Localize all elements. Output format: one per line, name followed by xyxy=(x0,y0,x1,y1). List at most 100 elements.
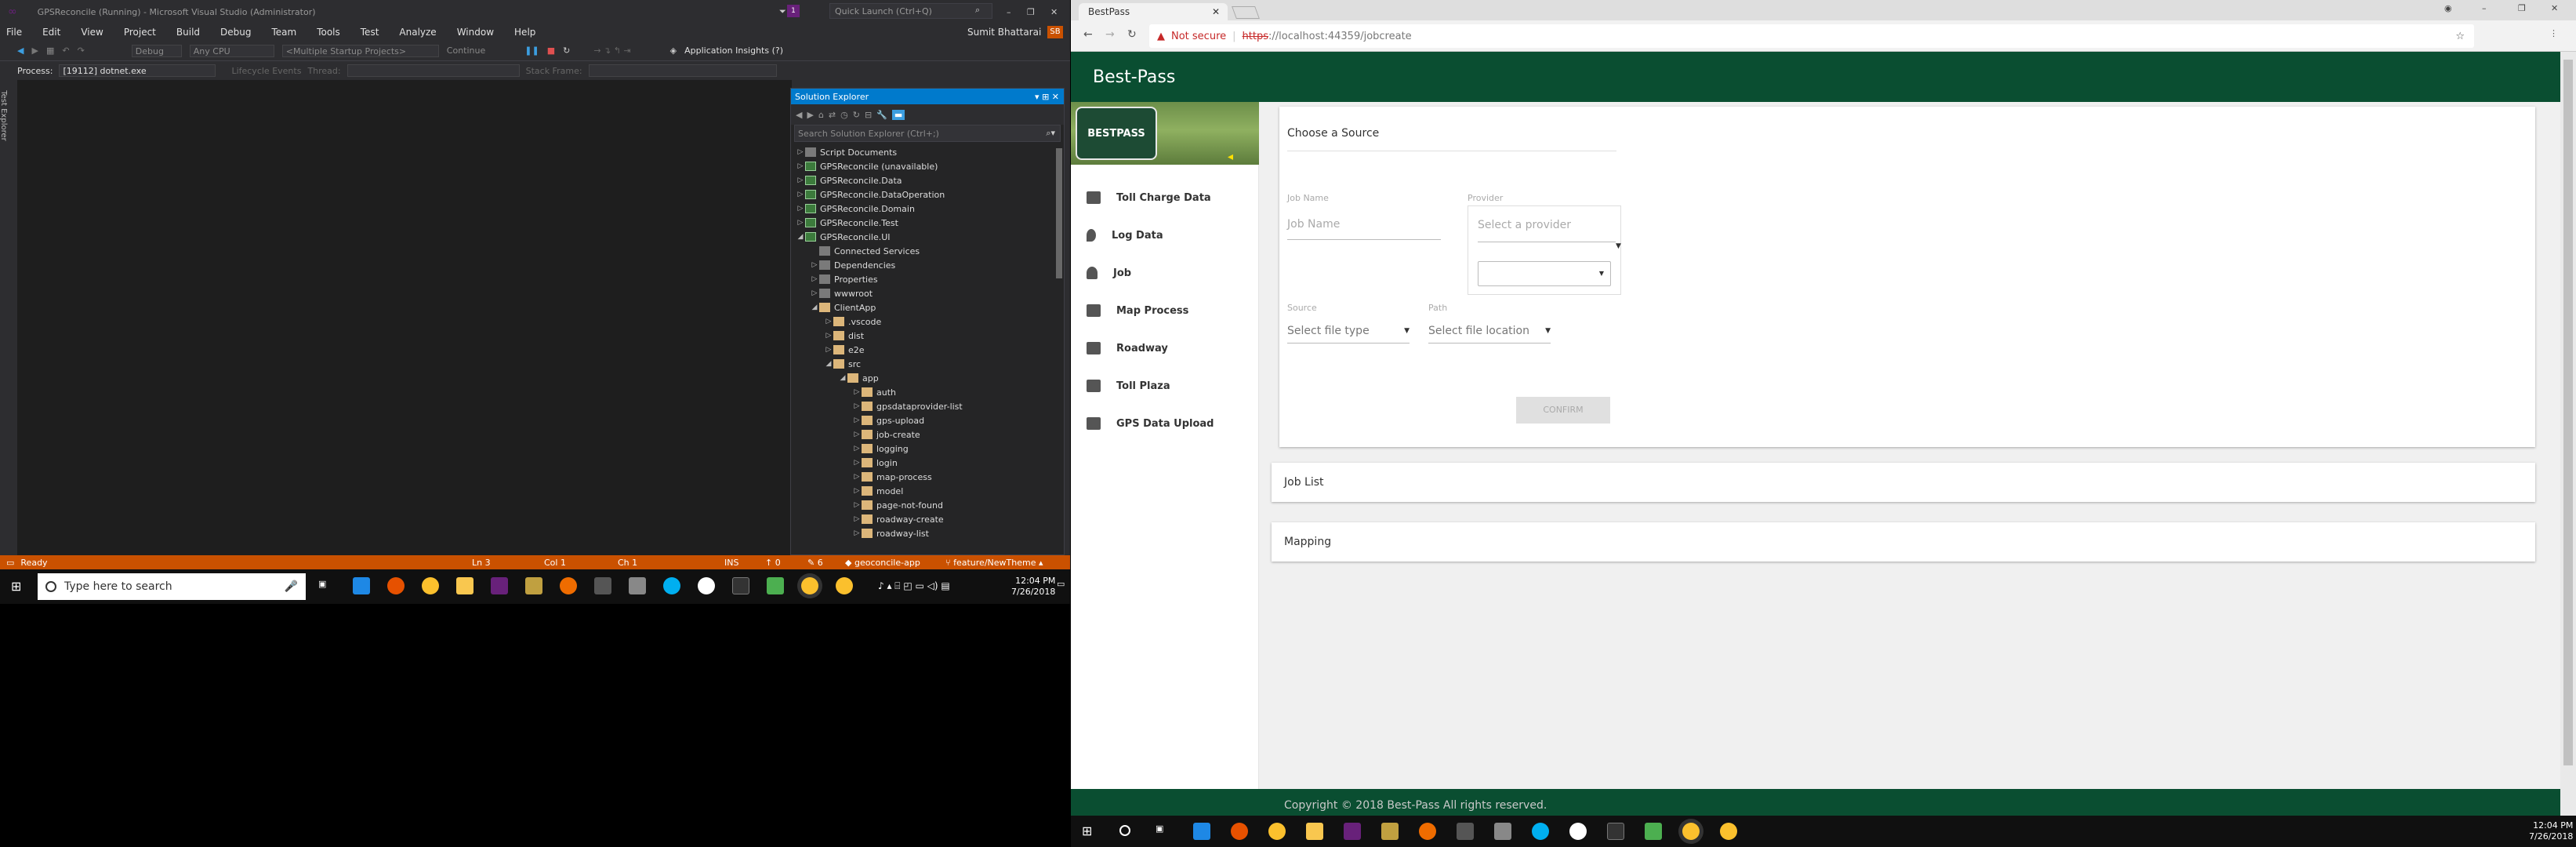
forward-icon[interactable]: → xyxy=(1105,28,1115,41)
redo-icon[interactable]: ↷ xyxy=(78,45,85,56)
test-explorer-label[interactable]: Test Explorer xyxy=(0,90,8,141)
chrome-icon[interactable] xyxy=(422,577,439,594)
firefox-icon[interactable] xyxy=(387,577,405,594)
skype-business-icon[interactable] xyxy=(1569,823,1587,840)
settings-app-icon[interactable] xyxy=(1457,823,1474,840)
test-explorer-tab[interactable]: Test Explorer xyxy=(0,80,17,555)
menu-edit[interactable]: Edit xyxy=(42,27,60,38)
menu-project[interactable]: Project xyxy=(124,27,156,38)
forward-icon[interactable]: ▶ xyxy=(807,110,813,120)
vs-code-icon[interactable] xyxy=(1381,823,1399,840)
tree-item[interactable]: ▷ GPSReconcile.Domain xyxy=(791,202,1064,216)
platform-select[interactable]: Any CPU xyxy=(189,44,274,57)
solution-explorer-search[interactable]: Search Solution Explorer (Ctrl+;) ⌕▾ xyxy=(794,125,1061,142)
menu-help[interactable]: Help xyxy=(514,27,535,38)
undo-icon[interactable]: ↶ xyxy=(62,45,69,56)
thread-select[interactable] xyxy=(346,64,520,77)
collapsed-arrow-icon[interactable]: ▷ xyxy=(852,473,862,481)
edge-icon[interactable] xyxy=(1193,823,1210,840)
collapsed-arrow-icon[interactable]: ▷ xyxy=(852,529,862,537)
postman-icon[interactable] xyxy=(560,577,577,594)
config-select[interactable]: Debug xyxy=(131,44,182,57)
taskbar-clock[interactable]: 12:04 PM 7/26/2018 xyxy=(2529,820,2573,842)
bestpass-logo[interactable]: BESTPASS xyxy=(1076,107,1157,160)
notification-badge[interactable]: 1 xyxy=(787,5,800,17)
nav-roadway[interactable]: Roadway xyxy=(1071,329,1259,367)
path-select[interactable]: Select file location ▼ xyxy=(1428,318,1551,344)
cmd-icon[interactable] xyxy=(732,577,749,594)
file-explorer-icon[interactable] xyxy=(456,577,473,594)
cortana-icon[interactable] xyxy=(1119,825,1130,836)
menu-view[interactable]: View xyxy=(81,27,103,38)
collapsed-arrow-icon[interactable]: ▷ xyxy=(824,332,833,340)
collapsed-arrow-icon[interactable]: ▷ xyxy=(796,148,805,156)
collapse-sidebar-icon[interactable]: ◂ xyxy=(1228,151,1233,163)
collapsed-arrow-icon[interactable]: ▷ xyxy=(824,346,833,354)
back-icon[interactable]: ← xyxy=(1083,28,1093,41)
collapse-icon[interactable]: ⊟ xyxy=(865,110,872,120)
status-repo[interactable]: ◆ geoconcile-app xyxy=(845,558,920,568)
cmd-icon[interactable] xyxy=(1607,823,1624,840)
tree-item[interactable]: ▷ roadway-create xyxy=(791,512,1064,526)
tree-item[interactable]: ▷ gpsdataprovider-list xyxy=(791,399,1064,413)
provider-select[interactable]: ▼ xyxy=(1478,261,1611,286)
app-brand[interactable]: Best-Pass xyxy=(1093,67,1175,87)
tree-item[interactable]: ▷ GPSReconcile.DataOperation xyxy=(791,187,1064,202)
user-name[interactable]: Sumit Bhattarai xyxy=(967,27,1041,38)
nav-toll-charge-data[interactable]: Toll Charge Data xyxy=(1071,179,1259,216)
confirm-button[interactable]: CONFIRM xyxy=(1516,397,1610,424)
collapsed-arrow-icon[interactable]: ▷ xyxy=(810,289,819,297)
start-icon[interactable]: ⊞ xyxy=(11,579,21,594)
tree-item[interactable]: ▷ GPSReconcile.Test xyxy=(791,216,1064,230)
collapsed-arrow-icon[interactable]: ▷ xyxy=(810,261,819,269)
tab-close-icon[interactable]: ✕ xyxy=(1212,6,1220,17)
pane-controls[interactable]: ▾ ⊞ ✕ xyxy=(1035,92,1059,102)
chrome-maximize[interactable]: ❐ xyxy=(2518,3,2526,13)
taskbar-search[interactable]: Type here to search 🎤 xyxy=(38,573,306,600)
collapsed-arrow-icon[interactable]: ▷ xyxy=(796,205,805,213)
collapsed-arrow-icon[interactable]: ▷ xyxy=(852,402,862,410)
tree-item[interactable]: ▷ Dependencies xyxy=(791,258,1064,272)
expanded-arrow-icon[interactable]: ◢ xyxy=(810,304,819,311)
collapsed-arrow-icon[interactable]: ▷ xyxy=(852,445,862,453)
lightbulb-icon[interactable]: ◈ xyxy=(670,45,677,56)
skype-business-icon[interactable] xyxy=(698,577,715,594)
notepad-icon[interactable] xyxy=(1645,823,1662,840)
status-edits[interactable]: ✎ 6 xyxy=(807,558,823,568)
provider-input[interactable]: Select a provider xyxy=(1478,219,1616,242)
notepad-icon[interactable] xyxy=(767,577,784,594)
chrome-minimize[interactable]: – xyxy=(2482,3,2487,13)
warning-icon[interactable]: ▲ xyxy=(1157,31,1165,42)
tree-item[interactable]: ◢ GPSReconcile.UI xyxy=(791,230,1064,244)
collapsed-arrow-icon[interactable]: ▷ xyxy=(852,501,862,509)
startup-select[interactable]: <Multiple Startup Projects> xyxy=(281,44,439,57)
search-icon[interactable]: ⌕▾ xyxy=(1046,128,1055,139)
bookmark-star-icon[interactable]: ☆ xyxy=(2455,31,2465,42)
scroll-thumb[interactable] xyxy=(2563,60,2573,765)
process-select[interactable]: [19112] dotnet.exe xyxy=(59,64,216,77)
nav-gps-data-upload[interactable]: GPS Data Upload xyxy=(1071,405,1259,442)
tree-item[interactable]: ▷ Script Documents xyxy=(791,145,1064,159)
collapsed-arrow-icon[interactable]: ▷ xyxy=(852,487,862,495)
nav-map-process[interactable]: Map Process xyxy=(1071,292,1259,329)
quick-launch-input[interactable]: Quick Launch (Ctrl+Q) xyxy=(829,3,992,19)
chrome-menu-icon[interactable]: ⋮ xyxy=(2549,28,2558,38)
tree-item[interactable]: ▷ job-create xyxy=(791,427,1064,442)
menu-team[interactable]: Team xyxy=(271,27,296,38)
tree-item[interactable]: ▷ GPSReconcile.Data xyxy=(791,173,1064,187)
tree-item[interactable]: Connected Services xyxy=(791,244,1064,258)
collapsed-arrow-icon[interactable]: ▷ xyxy=(810,275,819,283)
source-select[interactable]: Select file type ▼ xyxy=(1287,318,1410,344)
step-icons[interactable]: → ↴ ↰ ⇥ xyxy=(593,45,630,56)
restart-icon[interactable]: ↻ xyxy=(563,45,570,56)
tree-item[interactable]: ▷ .vscode xyxy=(791,314,1064,329)
expanded-arrow-icon[interactable]: ◢ xyxy=(796,233,805,241)
tree-item[interactable]: ◢ ClientApp xyxy=(791,300,1064,314)
minimize-button[interactable]: – xyxy=(1007,7,1011,17)
job-name-input[interactable]: Job Name xyxy=(1287,218,1441,240)
menu-tools[interactable]: Tools xyxy=(317,27,340,38)
back-icon[interactable]: ◀ xyxy=(796,110,802,120)
app-insights-button[interactable]: Application Insights (?) xyxy=(684,45,783,56)
stack-frame-select[interactable] xyxy=(588,64,777,77)
tree-item[interactable]: ▷ roadway-list xyxy=(791,526,1064,540)
